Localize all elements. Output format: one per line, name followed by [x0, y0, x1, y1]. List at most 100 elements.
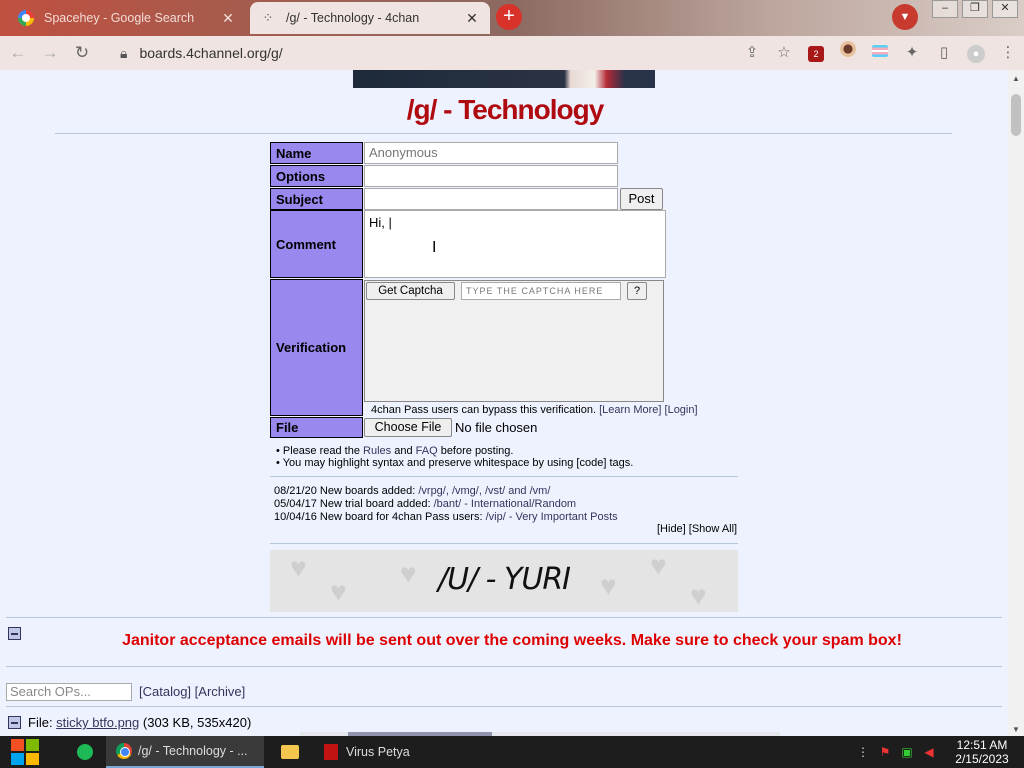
news-controls[interactable]: [Hide] [Show All]	[657, 523, 737, 535]
global-announcement: Janitor acceptance emails will be sent o…	[122, 632, 902, 649]
code-tags-note: • You may highlight syntax and preserve …	[276, 457, 634, 469]
board-ad-banner[interactable]: ♥ ♥ ♥ ♥ ♥ ♥ /U/ - YURI	[270, 550, 738, 612]
scrollbar-thumb[interactable]	[1011, 94, 1021, 136]
news-link[interactable]: /vip/ - Very Important Posts	[486, 511, 618, 523]
file-label: File	[270, 417, 363, 438]
scroll-up-icon[interactable]: ▲	[1008, 74, 1024, 83]
url-text: boards.4channel.org/g/	[139, 45, 283, 61]
options-field[interactable]	[364, 165, 618, 187]
faq-link[interactable]: FAQ	[416, 445, 438, 457]
volume-icon[interactable]: ◀	[918, 745, 940, 759]
tab-search-icon[interactable]: ▼	[892, 4, 918, 30]
no-file-text: No file chosen	[455, 420, 538, 435]
extension-photo-icon[interactable]	[832, 39, 864, 67]
chrome-icon	[116, 743, 132, 759]
options-label: Options	[270, 165, 363, 187]
hide-thread-icon[interactable]	[8, 716, 21, 729]
rules-link[interactable]: Rules	[363, 445, 391, 457]
extension-flag-icon[interactable]	[864, 39, 896, 67]
system-tray: ⋮ ⚑ ▣ ◀ 12:51 AM 2/15/2023	[852, 736, 1024, 768]
news-item: 05/04/17 New trial board added: /bant/ -…	[274, 498, 577, 510]
puzzle-icon[interactable]: ✦	[896, 39, 928, 67]
forward-icon[interactable]: →	[36, 39, 64, 67]
get-captcha-button[interactable]: Get Captcha	[366, 282, 455, 300]
news-link[interactable]: /vrpg/, /vmg/, /vst/ and /vm/	[418, 485, 550, 497]
ublock-extension-icon[interactable]: 2	[800, 39, 832, 67]
page-scrollbar[interactable]: ▲ ▼	[1008, 70, 1024, 736]
window-controls: – ❐ ✕	[928, 0, 1018, 18]
minimize-button[interactable]: –	[932, 0, 958, 18]
login-link[interactable]: [Login]	[665, 404, 698, 416]
browser-toolbar: ← → ↻ 🔒︎ boards.4channel.org/g/ ⇪ ☆ 2 ✦ …	[0, 36, 1024, 70]
new-tab-button[interactable]: +	[496, 4, 522, 30]
profile-icon[interactable]: ●	[960, 39, 992, 67]
virus-petya-taskbar-button[interactable]: Virus Petya	[316, 736, 456, 768]
google-icon	[18, 10, 34, 26]
close-window-button[interactable]: ✕	[992, 0, 1018, 18]
pass-note: 4chan Pass users can bypass this verific…	[371, 404, 698, 416]
tab-google-search[interactable]: Spacehey - Google Search ✕	[8, 2, 246, 34]
chrome-taskbar-button[interactable]: /g/ - Technology - ...	[106, 736, 264, 768]
close-icon[interactable]: ✕	[464, 10, 480, 27]
divider	[6, 706, 1002, 707]
comment-label: Comment	[270, 210, 363, 278]
archive-link[interactable]: [Archive]	[195, 684, 246, 699]
subject-field[interactable]	[364, 188, 618, 210]
side-panel-icon[interactable]: ▯	[928, 39, 960, 67]
back-icon[interactable]: ←	[4, 39, 32, 67]
choose-file-button[interactable]: Choose File	[364, 418, 452, 437]
captcha-help-button[interactable]: ?	[627, 282, 647, 300]
comment-textarea[interactable]: Hi, |	[364, 210, 666, 278]
menu-icon[interactable]: ⋮	[992, 39, 1024, 67]
name-field[interactable]: Anonymous	[364, 142, 618, 164]
divider	[270, 476, 738, 477]
maximize-button[interactable]: ❐	[962, 0, 988, 18]
app-icon	[324, 744, 338, 760]
board-links: [Catalog] [Archive]	[139, 684, 245, 699]
catalog-link[interactable]: [Catalog]	[139, 684, 191, 699]
taskbar: /g/ - Technology - ... Virus Petya ⋮ ⚑ ▣…	[0, 736, 1024, 768]
share-icon[interactable]: ⇪	[736, 39, 768, 67]
tab-strip: Spacehey - Google Search ✕ ⁘ /g/ - Techn…	[0, 0, 1024, 36]
banner-text: /U/ - YURI	[437, 562, 571, 597]
divider	[55, 133, 952, 134]
star-icon[interactable]: ☆	[768, 39, 800, 67]
thread-file-info: File: sticky btfo.png (303 KB, 535x420)	[28, 715, 252, 730]
divider	[6, 666, 1002, 667]
verification-label: Verification	[270, 279, 363, 416]
clover-icon: ⁘	[262, 10, 274, 25]
captcha-input[interactable]: TYPE THE CAPTCHA HERE	[461, 282, 621, 300]
flag-icon[interactable]: ⚑	[874, 745, 896, 759]
clock[interactable]: 12:51 AM 2/15/2023	[940, 738, 1024, 766]
tab-title: /g/ - Technology - 4chan	[286, 11, 420, 25]
post-button[interactable]: Post	[620, 188, 663, 210]
start-button[interactable]	[9, 737, 41, 767]
divider	[6, 617, 1002, 618]
news-link[interactable]: /bant/ - International/Random	[434, 498, 576, 510]
divider	[270, 543, 738, 544]
board-banner-image[interactable]	[353, 70, 655, 88]
rules-line: • Please read the Rules and FAQ before p…	[276, 445, 514, 457]
address-bar[interactable]: 🔒︎ boards.4channel.org/g/	[110, 39, 790, 67]
news-item: 10/04/16 New board for 4chan Pass users:…	[274, 511, 618, 523]
tab-4chan[interactable]: ⁘ /g/ - Technology - 4chan ✕	[250, 2, 490, 34]
learn-more-link[interactable]: [Learn More]	[599, 404, 661, 416]
spotify-taskbar-icon[interactable]	[70, 736, 100, 768]
network-icon[interactable]: ▣	[896, 745, 918, 759]
name-label: Name	[270, 142, 363, 164]
news-item: 08/21/20 New boards added: /vrpg/, /vmg/…	[274, 485, 551, 497]
file-link[interactable]: sticky btfo.png	[56, 715, 139, 730]
lock-icon[interactable]: 🔒︎	[120, 45, 127, 62]
file-explorer-taskbar-icon[interactable]	[276, 736, 304, 768]
page-title: /g/ - Technology	[406, 94, 605, 125]
reload-icon[interactable]: ↻	[68, 39, 96, 67]
search-ops-input[interactable]: Search OPs...	[6, 683, 132, 701]
close-icon[interactable]: ✕	[220, 10, 236, 27]
scroll-down-icon[interactable]: ▼	[1008, 725, 1024, 734]
text-cursor-icon: I	[432, 239, 437, 256]
tab-title: Spacehey - Google Search	[44, 11, 195, 25]
page-content: /g/ - Technology Name Anonymous Options …	[0, 70, 1008, 736]
toolbar-actions: ⇪ ☆ 2 ✦ ▯ ● ⋮	[736, 39, 1024, 67]
subject-label: Subject	[270, 188, 363, 210]
tray-overflow-icon[interactable]: ⋮	[852, 745, 874, 759]
